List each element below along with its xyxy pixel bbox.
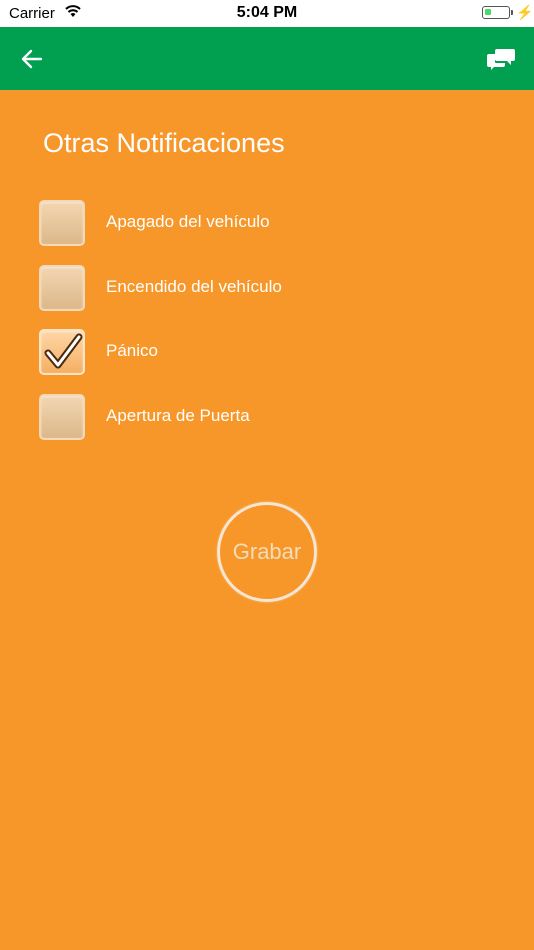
checkmark-icon bbox=[44, 333, 83, 369]
option-label-encendido: Encendido del vehículo bbox=[106, 277, 282, 296]
back-button[interactable] bbox=[18, 45, 46, 73]
option-apertura[interactable]: Apertura de Puerta bbox=[39, 394, 489, 442]
battery-icon bbox=[482, 6, 513, 19]
status-bar: Carrier 5:04 PM ⚡ bbox=[0, 0, 534, 27]
option-label-apagado: Apagado del vehículo bbox=[106, 212, 270, 231]
top-nav-bar bbox=[0, 27, 534, 90]
checkbox-apertura[interactable] bbox=[39, 394, 85, 440]
option-label-panico: Pánico bbox=[106, 341, 158, 360]
arrow-left-icon bbox=[21, 49, 43, 69]
chat-button[interactable] bbox=[486, 45, 516, 73]
option-panico[interactable]: Pánico bbox=[39, 329, 489, 377]
notifications-panel: Otras Notificaciones Apagado del vehícul… bbox=[0, 90, 534, 950]
status-time: 5:04 PM bbox=[236, 4, 298, 21]
checkbox-encendido[interactable] bbox=[39, 265, 85, 311]
page-title: Otras Notificaciones bbox=[43, 128, 285, 158]
charging-bolt-icon: ⚡ bbox=[516, 4, 534, 20]
option-encendido[interactable]: Encendido del vehículo bbox=[39, 265, 489, 313]
checkbox-apagado[interactable] bbox=[39, 200, 85, 246]
chat-bubbles-icon bbox=[487, 49, 515, 70]
option-label-apertura: Apertura de Puerta bbox=[106, 406, 250, 425]
checkbox-panico[interactable] bbox=[39, 329, 85, 375]
save-button[interactable]: Grabar bbox=[217, 502, 317, 602]
option-apagado[interactable]: Apagado del vehículo bbox=[39, 200, 489, 248]
